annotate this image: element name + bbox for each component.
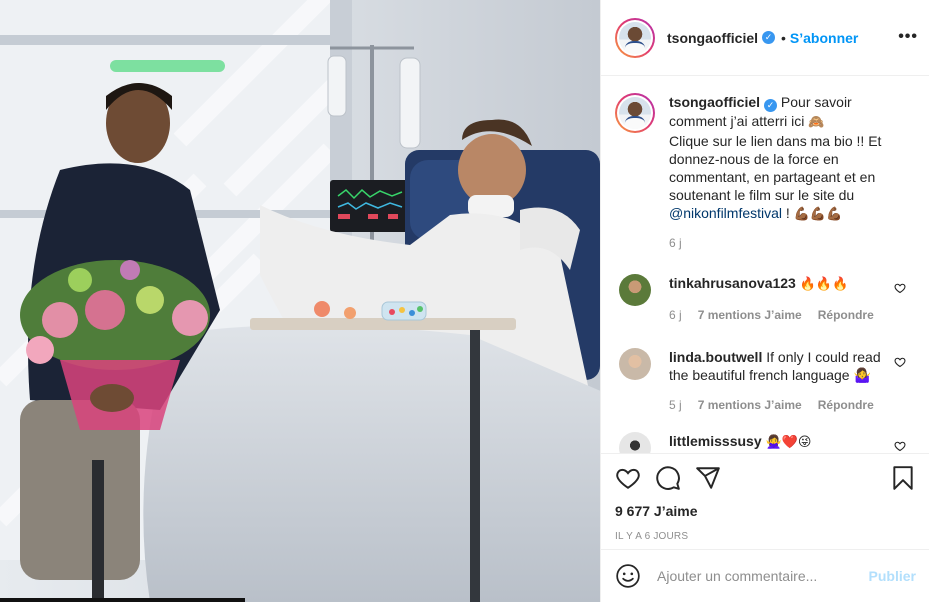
post-timestamp[interactable]: IL Y A 6 JOURS: [615, 531, 916, 542]
comment-avatar[interactable]: [619, 274, 651, 306]
paper-plane-icon[interactable]: [695, 465, 721, 491]
comment-time[interactable]: 6 j: [669, 306, 682, 324]
caption-emoji-1: 🙈: [808, 115, 825, 130]
caption-emoji-2: 💪🏾💪🏾💪🏾: [793, 207, 843, 222]
post-caption: tsongaofficiel ✓ Pour savoir comment j’ai…: [615, 93, 916, 252]
verified-badge-icon: ✓: [762, 31, 776, 44]
instagram-post-view: tsongaofficiel ✓ • S’abonner ••• tsongao…: [0, 0, 929, 602]
comment-likes[interactable]: 7 mentions J’aime: [698, 396, 802, 414]
verified-badge-icon: ✓: [764, 99, 778, 112]
author-avatar[interactable]: [615, 17, 655, 58]
heart-icon[interactable]: [615, 465, 641, 491]
caption-line-3: !: [782, 205, 794, 221]
publish-button[interactable]: Publier: [869, 568, 916, 584]
caption-mention-link[interactable]: @nikonfilmfestival: [669, 205, 782, 221]
reply-button[interactable]: Répondre: [818, 306, 874, 324]
comment-username[interactable]: linda.boutwell: [669, 349, 762, 365]
comment-composer: Publier: [601, 549, 929, 602]
follow-button[interactable]: S’abonner: [790, 30, 858, 46]
caption-avatar[interactable]: [615, 93, 655, 133]
caption-timestamp[interactable]: 6 j: [669, 234, 909, 252]
comment-item: littlemisssusy 🙅‍♀️❤️😜: [615, 432, 916, 453]
speech-bubble-icon[interactable]: [655, 465, 681, 491]
comment-text: 🙅‍♀️❤️😜: [765, 435, 812, 450]
separator-dot: •: [781, 29, 786, 46]
post-header: tsongaofficiel ✓ • S’abonner •••: [601, 0, 929, 76]
comment-heart-icon[interactable]: [894, 356, 906, 368]
comment-likes[interactable]: 7 mentions J’aime: [698, 306, 802, 324]
author-username[interactable]: tsongaofficiel: [667, 30, 758, 46]
comment-avatar[interactable]: [619, 432, 651, 453]
smiley-icon[interactable]: [615, 563, 641, 589]
comments-list[interactable]: tsongaofficiel ✓ Pour savoir comment j’ai…: [601, 77, 929, 453]
caption-text: tsongaofficiel ✓ Pour savoir comment j’ai…: [669, 93, 909, 252]
comment-input[interactable]: [657, 568, 857, 584]
bookmark-icon[interactable]: [890, 465, 916, 491]
comment-avatar[interactable]: [619, 348, 651, 380]
photo-bottom-strip: [0, 598, 245, 602]
post-actions: 9 677 J’aime IL Y A 6 JOURS: [601, 453, 929, 549]
post-photo[interactable]: [0, 0, 600, 602]
comment-heart-icon[interactable]: [894, 440, 906, 452]
post-side-panel: tsongaofficiel ✓ • S’abonner ••• tsongao…: [600, 0, 929, 602]
comment-username[interactable]: littlemisssusy: [669, 433, 762, 449]
more-options-icon[interactable]: •••: [898, 28, 918, 46]
reply-button[interactable]: Répondre: [818, 396, 874, 414]
caption-line-2: Clique sur le lien dans ma bio !! Et don…: [669, 133, 882, 203]
caption-username[interactable]: tsongaofficiel: [669, 94, 760, 110]
comment-time[interactable]: 5 j: [669, 396, 682, 414]
comment-username[interactable]: tinkahrusanova123: [669, 275, 796, 291]
comment-item: linda.boutwell If only I could read the …: [615, 348, 916, 414]
comment-heart-icon[interactable]: [894, 282, 906, 294]
comment-item: tinkahrusanova123 🔥🔥🔥 6 j 7 mentions J’a…: [615, 274, 916, 324]
like-count[interactable]: 9 677 J’aime: [615, 503, 916, 519]
comment-text: 🔥🔥🔥: [799, 277, 849, 292]
